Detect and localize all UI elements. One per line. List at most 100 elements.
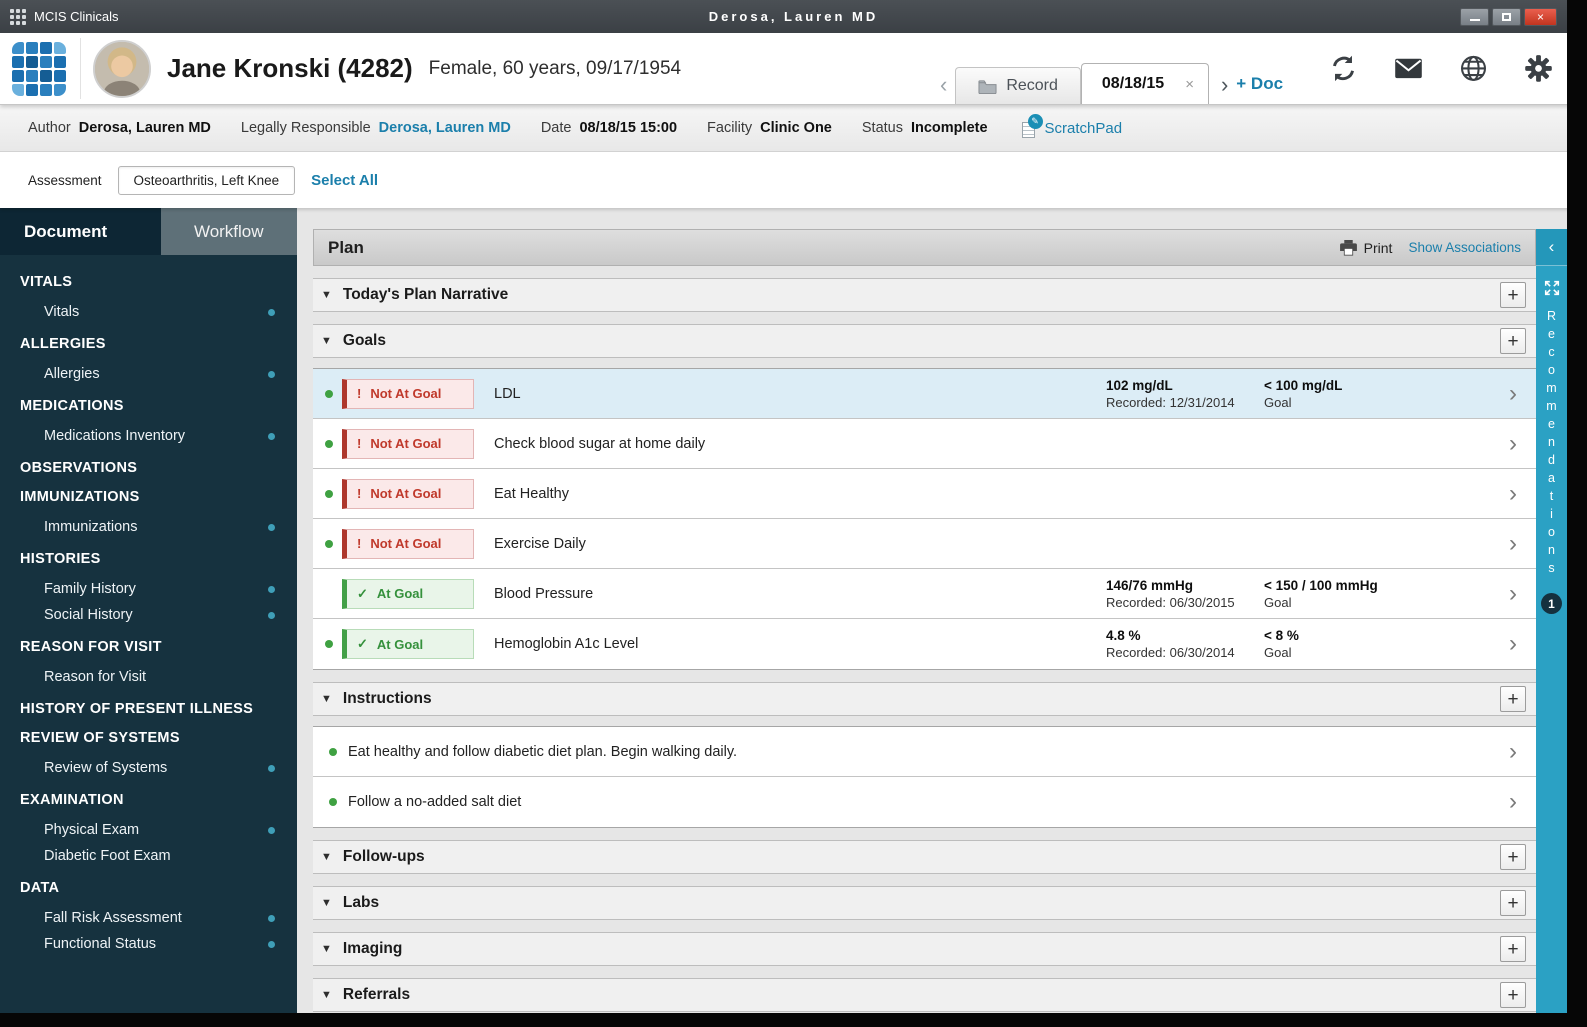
sidebar-item-immunizations[interactable]: Immunizations — [0, 514, 297, 540]
mail-icon[interactable] — [1394, 53, 1423, 82]
chevron-right-icon[interactable]: › — [1496, 632, 1530, 656]
sidebar-item-reason-for-visit[interactable]: Reason for Visit — [0, 664, 297, 690]
section-title: Imaging — [342, 940, 403, 957]
instruction-row-salt-diet[interactable]: Follow a no-added salt diet › — [313, 777, 1536, 827]
tab-scroll-right-icon[interactable]: › — [1221, 74, 1228, 96]
window-title: Derosa, Lauren MD — [708, 9, 879, 24]
goal-label: Check blood sugar at home daily — [494, 435, 706, 452]
goal-label: Blood Pressure — [494, 585, 594, 602]
add-imaging-button[interactable]: + — [1500, 936, 1526, 962]
show-associations-link[interactable]: Show Associations — [1408, 240, 1521, 255]
goal-current-value: 4.8 % — [1106, 628, 1141, 643]
chevron-right-icon[interactable]: › — [1496, 481, 1530, 506]
chevron-right-icon[interactable]: › — [1496, 739, 1530, 764]
tab-document[interactable]: Document — [0, 208, 161, 255]
section-header-instructions[interactable]: ▼ Instructions + — [313, 682, 1536, 716]
sidebar-item-functional-status[interactable]: Functional Status — [0, 931, 297, 957]
goal-target-value: < 150 / 100 mmHg — [1264, 577, 1378, 593]
goal-recorded-date: Recorded: 06/30/2015 — [1106, 594, 1235, 610]
chevron-right-icon[interactable]: › — [1496, 381, 1530, 406]
add-doc-button[interactable]: + Doc — [1236, 74, 1283, 94]
instruction-text: Follow a no-added salt diet — [348, 794, 522, 810]
maximize-button[interactable] — [1492, 7, 1521, 26]
status-dot-icon — [268, 370, 275, 378]
patient-name: Jane Kronski (4282) — [167, 53, 413, 83]
status-dot-icon — [268, 432, 275, 440]
sidebar-item-allergies[interactable]: Allergies — [0, 361, 297, 387]
add-referral-button[interactable]: + — [1500, 982, 1526, 1008]
sidebar-item-physical-exam[interactable]: Physical Exam — [0, 817, 297, 843]
add-goal-button[interactable]: + — [1500, 328, 1526, 354]
printer-icon — [1339, 239, 1357, 256]
section-header-labs[interactable]: ▼ Labs + — [313, 886, 1536, 920]
close-button[interactable]: × — [1524, 7, 1557, 26]
tab-record[interactable]: Record — [955, 67, 1081, 104]
status-dot-icon — [268, 611, 275, 619]
status-dot-icon — [329, 747, 337, 756]
section-header-todays-plan-narrative[interactable]: ▼ Today's Plan Narrative + — [313, 278, 1536, 312]
status-dot-icon — [325, 389, 333, 398]
print-button[interactable]: Print — [1339, 239, 1392, 256]
sidebar-item-fall-risk-assessment[interactable]: Fall Risk Assessment — [0, 905, 297, 931]
chevron-right-icon[interactable]: › — [1496, 531, 1530, 556]
sidebar-item-family-history[interactable]: Family History — [0, 576, 297, 602]
sidebar-item-diabetic-foot-exam[interactable]: Diabetic Foot Exam — [0, 843, 297, 869]
divider — [80, 38, 81, 99]
recommendations-label[interactable]: Recommendations — [1545, 309, 1559, 579]
instructions-list: Eat healthy and follow diabetic diet pla… — [313, 726, 1536, 828]
sidebar-item-vitals[interactable]: Vitals — [0, 299, 297, 325]
collapse-panel-button[interactable]: ‹ — [1536, 229, 1567, 266]
add-follow-up-button[interactable]: + — [1500, 844, 1526, 870]
goal-row-ldl[interactable]: ! Not At Goal LDL 102 mg/dL Recorded: 12/3… — [313, 369, 1536, 419]
goal-recorded-date: Recorded: 12/31/2014 — [1106, 394, 1235, 410]
goal-label: Exercise Daily — [494, 535, 586, 552]
recommendations-count-badge[interactable]: 1 — [1541, 593, 1562, 614]
sidebar-item-social-history[interactable]: Social History — [0, 602, 297, 628]
section-header-follow-ups[interactable]: ▼ Follow-ups + — [313, 840, 1536, 874]
add-narrative-button[interactable]: + — [1500, 282, 1526, 308]
section-header-goals[interactable]: ▼ Goals + — [313, 324, 1536, 358]
sidebar-section-vitals: VITALS — [20, 274, 73, 290]
globe-icon[interactable] — [1459, 53, 1488, 82]
legally-responsible-value[interactable]: Derosa, Lauren MD — [379, 120, 511, 136]
check-icon: ✓ — [357, 636, 368, 651]
add-instruction-button[interactable]: + — [1500, 686, 1526, 712]
not-at-goal-badge: ! Not At Goal — [342, 378, 474, 409]
assessment-chip[interactable]: Osteoarthritis, Left Knee — [117, 165, 296, 195]
chevron-right-icon[interactable]: › — [1496, 581, 1530, 606]
tab-workflow[interactable]: Workflow — [160, 208, 297, 255]
instruction-row-diet-plan[interactable]: Eat healthy and follow diabetic diet pla… — [313, 727, 1536, 777]
sidebar-item-medications-inventory[interactable]: Medications Inventory — [0, 423, 297, 449]
sidebar-item-review-of-systems[interactable]: Review of Systems — [0, 755, 297, 781]
tab-close-icon[interactable]: × — [1185, 76, 1194, 93]
scratchpad-label: ScratchPad — [1044, 119, 1123, 137]
tab-scroll-left-icon[interactable]: ‹ — [940, 74, 947, 96]
expand-icon[interactable] — [1543, 279, 1561, 297]
refresh-icon[interactable] — [1329, 53, 1358, 82]
author-value: Derosa, Lauren MD — [78, 120, 211, 136]
goal-row-blood-pressure[interactable]: ✓ At Goal Blood Pressure 146/76 mmHg Recor… — [313, 569, 1536, 619]
section-header-referrals[interactable]: ▼ Referrals + — [313, 978, 1536, 1012]
scratchpad-button[interactable]: ✎ ScratchPad — [1021, 113, 1123, 138]
add-lab-button[interactable]: + — [1500, 890, 1526, 916]
status-label: Status — [861, 120, 903, 136]
tab-date-active[interactable]: 08/18/15 × — [1080, 63, 1209, 104]
select-all-link[interactable]: Select All — [311, 172, 378, 189]
minimize-button[interactable] — [1460, 7, 1489, 26]
goal-row-eat-healthy[interactable]: ! Not At Goal Eat Healthy › — [313, 469, 1536, 519]
goal-row-blood-sugar[interactable]: ! Not At Goal Check blood sugar at home d… — [313, 419, 1536, 469]
goal-row-hemoglobin-a1c[interactable]: ✓ At Goal Hemoglobin A1c Level 4.8 % Recor… — [313, 619, 1536, 669]
at-goal-badge: ✓ At Goal — [342, 629, 474, 659]
goal-label: Hemoglobin A1c Level — [494, 636, 639, 652]
goal-row-exercise-daily[interactable]: ! Not At Goal Exercise Daily › — [313, 519, 1536, 569]
date-tab-label: 08/18/15 — [1101, 75, 1165, 92]
status-dot-icon — [325, 640, 333, 648]
gear-icon[interactable] — [1524, 53, 1553, 82]
status-dot-icon — [329, 798, 337, 806]
chevron-right-icon[interactable]: › — [1496, 790, 1530, 814]
chevron-right-icon[interactable]: › — [1496, 431, 1530, 456]
section-header-imaging[interactable]: ▼ Imaging + — [313, 932, 1536, 966]
at-goal-badge: ✓ At Goal — [342, 578, 474, 609]
goal-current-value: 102 mg/dL — [1106, 377, 1173, 393]
collapse-triangle-icon: ▼ — [321, 897, 332, 909]
